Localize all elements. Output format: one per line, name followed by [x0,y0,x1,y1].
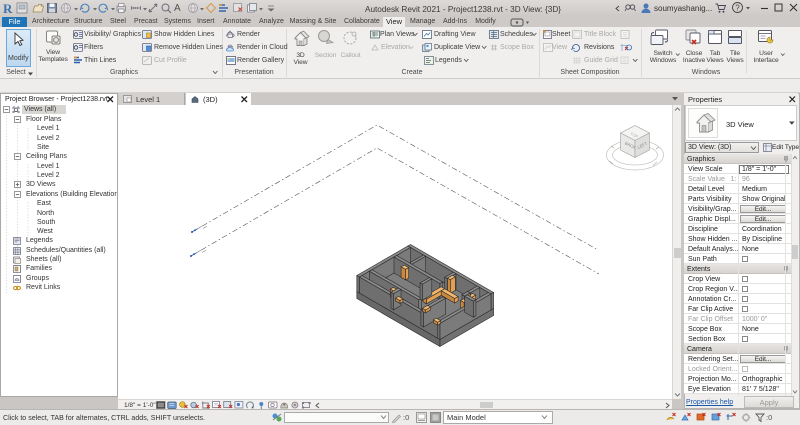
svg-text:A: A [174,3,181,14]
svg-text:soumyashanig...: soumyashanig... [654,4,712,13]
svg-text:?: ? [735,4,740,13]
